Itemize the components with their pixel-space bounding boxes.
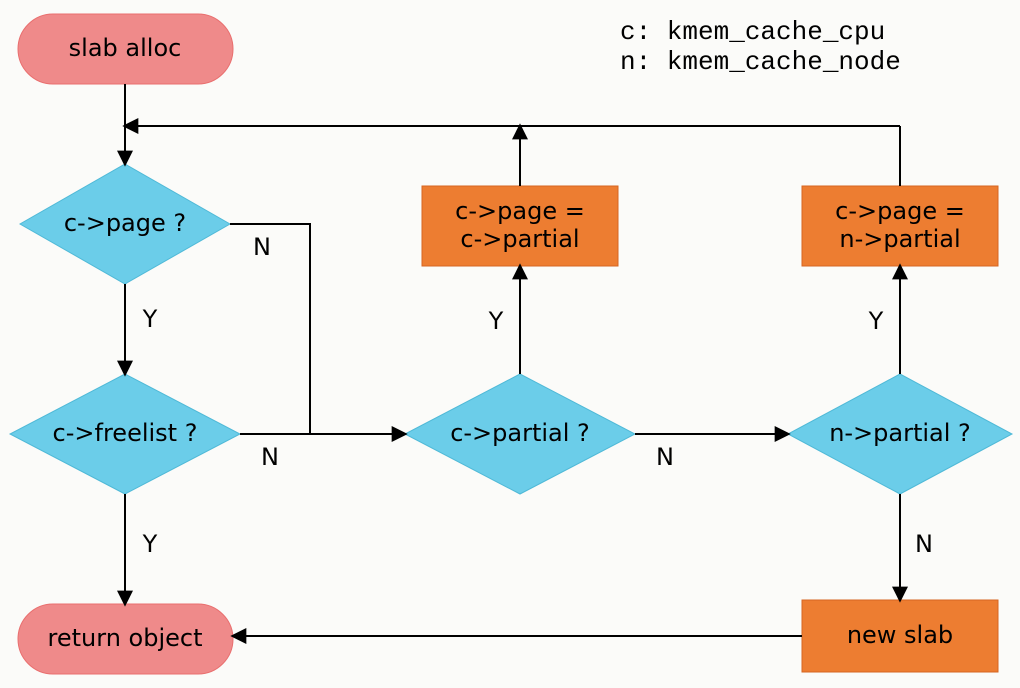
- legend-line-2: n: kmem_cache_node: [620, 47, 901, 77]
- decision-n-partial-label: n->partial ?: [829, 419, 971, 447]
- decision-c-freelist-label: c->freelist ?: [53, 419, 198, 447]
- process-n-partial-assign-l1: c->page =: [835, 197, 965, 225]
- process-new-slab-label: new slab: [847, 621, 953, 649]
- edge-npartial-y-label: Y: [868, 307, 884, 335]
- process-c-partial-assign-l2: c->partial: [460, 225, 579, 253]
- decision-c-page-label: c->page ?: [64, 209, 186, 237]
- edge-cpartial-n-label: N: [656, 443, 674, 471]
- process-n-partial-assign-l2: n->partial: [839, 225, 960, 253]
- flowchart: c: kmem_cache_cpu n: kmem_cache_node sla…: [0, 0, 1020, 688]
- terminal-end-label: return object: [48, 624, 203, 652]
- legend-line-1: c: kmem_cache_cpu: [620, 17, 885, 47]
- edge-freelist-y-label: Y: [142, 530, 158, 558]
- edge-page-n-label: N: [253, 233, 271, 261]
- edge-cpartial-y-label: Y: [488, 307, 504, 335]
- edge-page-y-label: Y: [142, 305, 158, 333]
- process-c-partial-assign-l1: c->page =: [455, 197, 585, 225]
- terminal-start-label: slab alloc: [69, 34, 182, 62]
- edge-freelist-n-label: N: [261, 443, 279, 471]
- decision-c-partial-label: c->partial ?: [450, 419, 590, 447]
- edge-npartial-n-label: N: [915, 530, 933, 558]
